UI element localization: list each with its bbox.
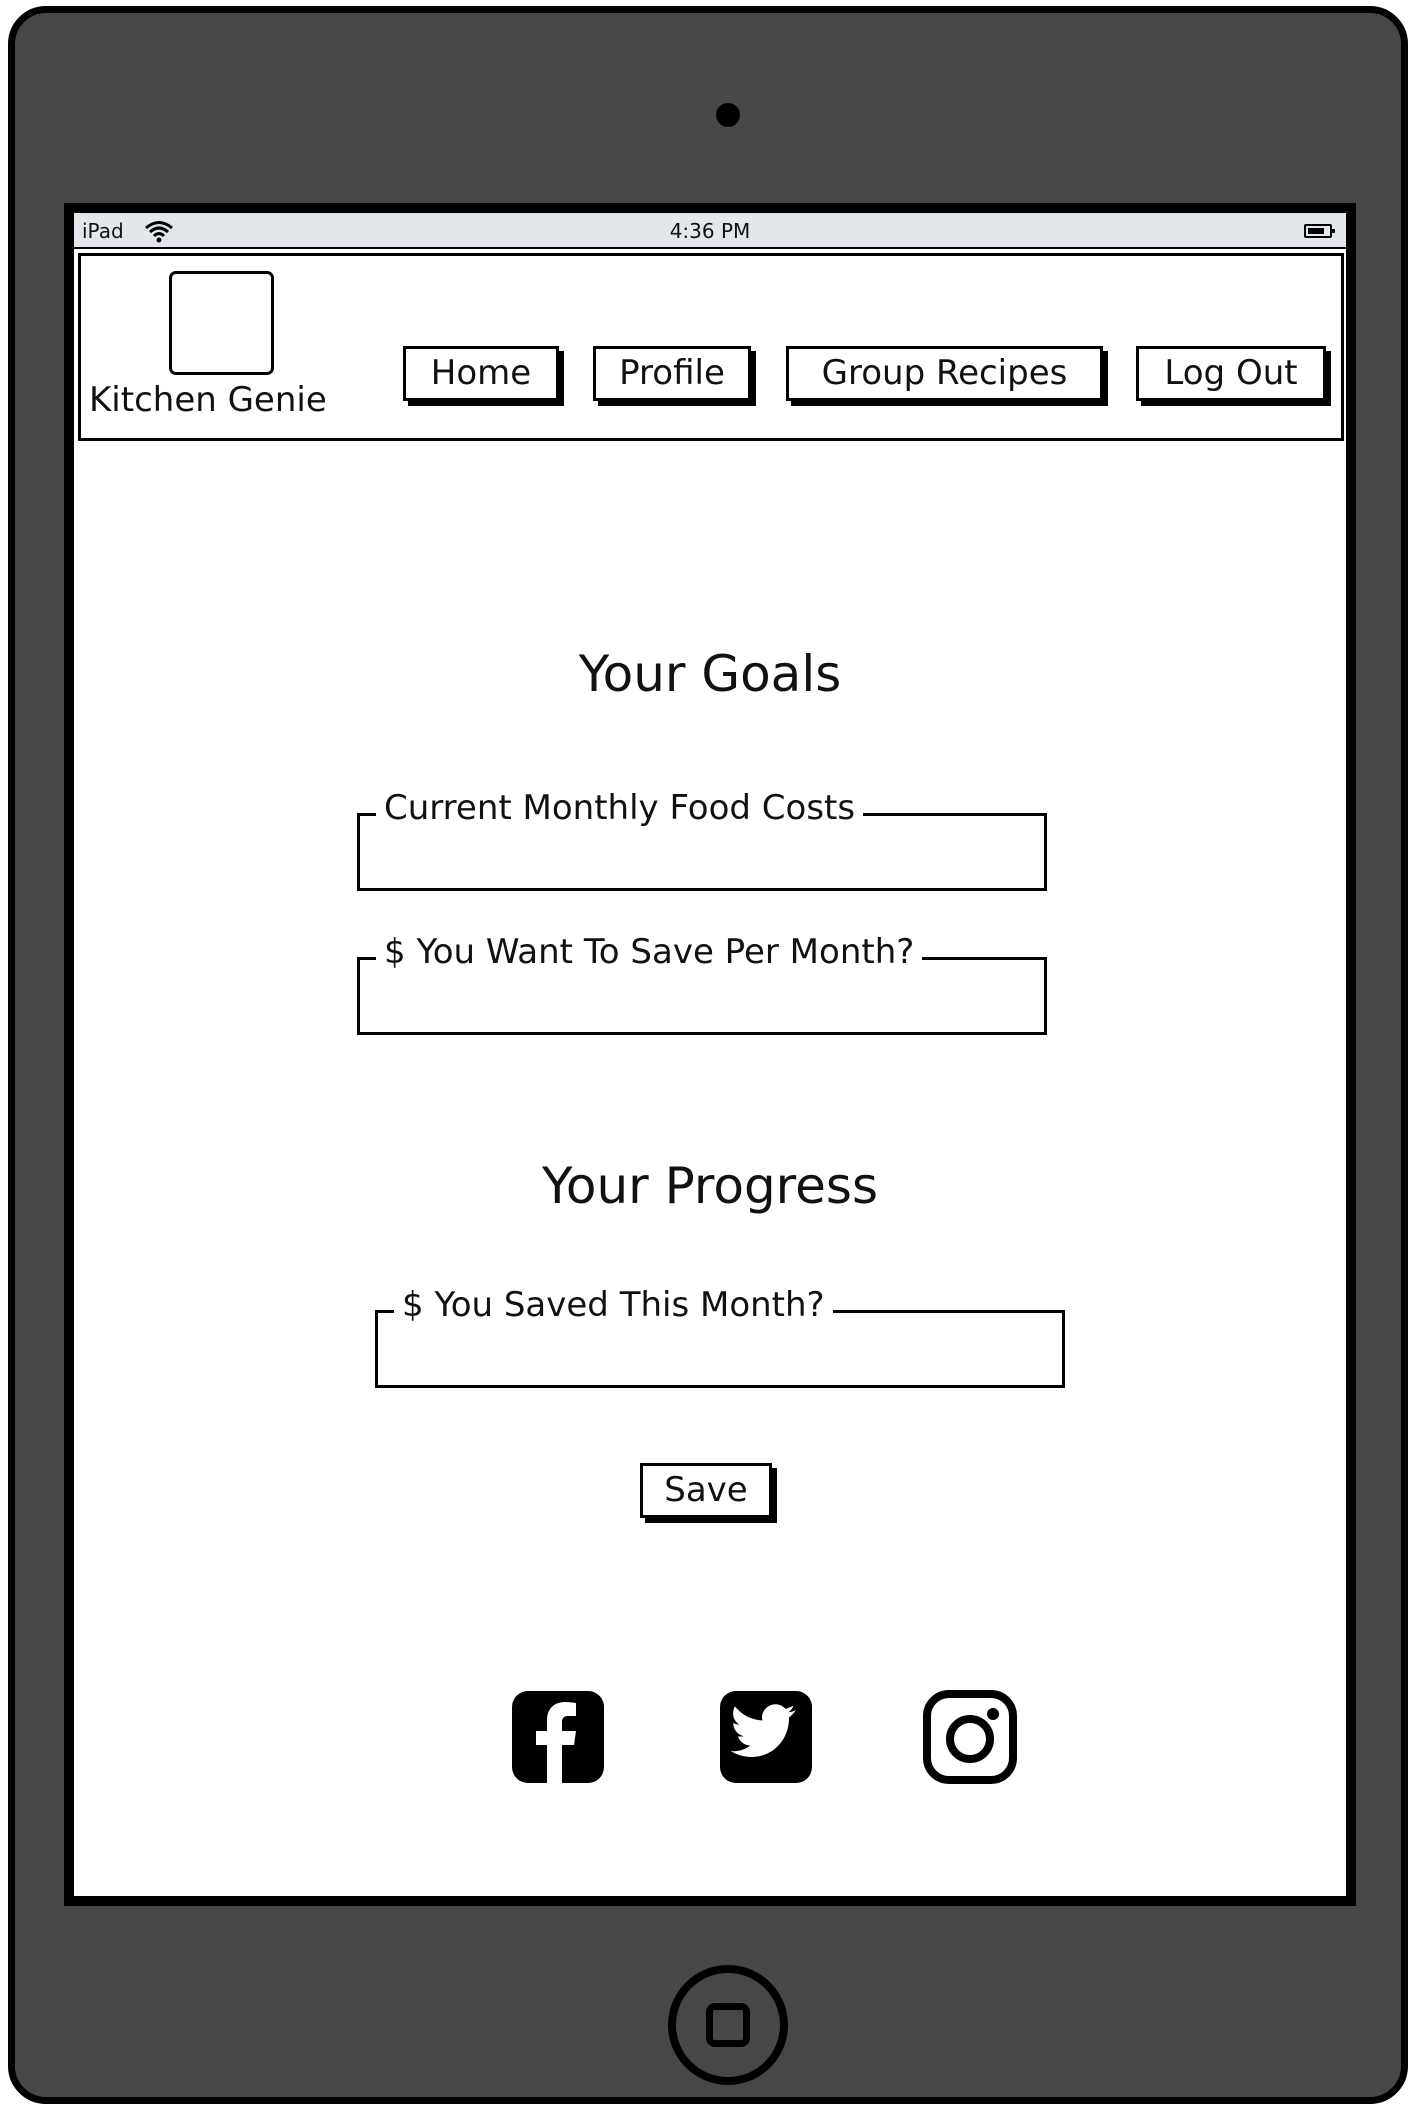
save-per-month-field: $ You Want To Save Per Month? <box>357 932 1047 1035</box>
nav-profile-button[interactable]: Profile <box>593 346 751 401</box>
saved-this-month-label: $ You Saved This Month? <box>394 1285 833 1325</box>
save-per-month-input[interactable] <box>366 978 1042 1028</box>
nav-group-recipes-button[interactable]: Group Recipes <box>786 346 1103 401</box>
nav-log-out-button[interactable]: Log Out <box>1136 346 1326 401</box>
current-food-costs-label: Current Monthly Food Costs <box>376 788 864 828</box>
brand-name: Kitchen Genie <box>89 380 327 420</box>
save-per-month-label: $ You Want To Save Per Month? <box>376 932 923 972</box>
save-button[interactable]: Save <box>640 1463 772 1518</box>
battery-icon <box>1304 224 1335 238</box>
status-time: 4:36 PM <box>669 219 751 243</box>
camera-icon <box>716 103 740 127</box>
progress-title: Your Progress <box>541 1157 878 1215</box>
twitter-icon[interactable] <box>718 1689 814 1785</box>
facebook-icon[interactable] <box>510 1689 606 1785</box>
current-food-costs-field: Current Monthly Food Costs <box>357 788 1047 891</box>
logo-placeholder <box>169 271 274 375</box>
status-bar: iPad 4:36 PM <box>74 213 1346 249</box>
saved-this-month-field: $ You Saved This Month? <box>375 1285 1065 1388</box>
app-header: Kitchen Genie Home Profile Group Recipes… <box>78 253 1344 441</box>
nav-home-button[interactable]: Home <box>403 346 559 401</box>
goals-title: Your Goals <box>578 645 842 703</box>
screen: iPad 4:36 PM Kitchen Genie Home Profile … <box>64 203 1356 1906</box>
instagram-icon[interactable] <box>922 1689 1018 1785</box>
saved-this-month-input[interactable] <box>384 1331 1060 1381</box>
home-button-icon[interactable] <box>668 1965 788 2085</box>
current-food-costs-input[interactable] <box>366 834 1042 884</box>
